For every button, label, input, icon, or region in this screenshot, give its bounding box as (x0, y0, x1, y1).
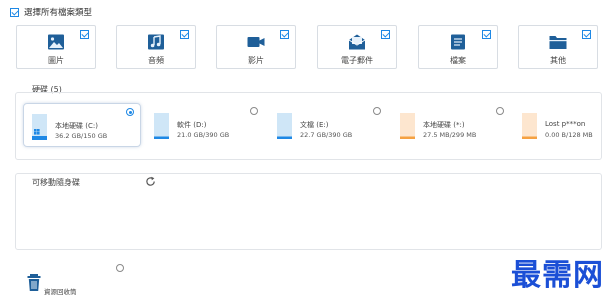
disk-name: Lost p***on (545, 120, 586, 128)
file-type-label: 電子郵件 (341, 56, 373, 65)
file-type-card-email[interactable]: 電子郵件 (317, 25, 397, 69)
disk-size: 22.7 GB/390 GB (300, 131, 353, 139)
recycle-bin-icon[interactable] (27, 274, 41, 291)
file-type-card-document[interactable]: 檔案 (418, 25, 498, 69)
file-type-card-audio[interactable]: 音頻 (116, 25, 196, 69)
disk-item-lost-partition[interactable]: Lost p***on 0.00 B/128 MB (514, 103, 600, 147)
disk-radio[interactable] (126, 108, 134, 116)
folder-icon (549, 36, 567, 49)
email-icon (348, 34, 366, 50)
disk-size: 0.00 B/128 MB (545, 131, 593, 139)
file-type-checkbox[interactable] (80, 30, 89, 39)
file-type-label: 其他 (550, 56, 566, 65)
file-type-checkbox[interactable] (582, 30, 591, 39)
disk-item-e[interactable]: 文檔 (E:) 22.7 GB/390 GB (269, 103, 387, 147)
removable-drives-panel (15, 173, 602, 250)
disk-size: 36.2 GB/150 GB (55, 132, 108, 140)
file-type-label: 檔案 (450, 56, 466, 65)
disk-radio[interactable] (373, 107, 381, 115)
windows-drive-icon (32, 114, 47, 140)
watermark-logo: 最需网 (511, 258, 604, 293)
disk-item-c[interactable]: 本地硬碟 (C:) 36.2 GB/150 GB (23, 103, 141, 147)
disk-name: 文檔 (E:) (300, 121, 329, 129)
file-type-card-other[interactable]: 其他 (518, 25, 598, 69)
select-all-checkbox[interactable] (10, 7, 19, 17)
file-type-card-image[interactable]: 圖片 (16, 25, 96, 69)
music-note-icon (148, 34, 164, 50)
image-icon (48, 34, 64, 50)
disk-size: 27.5 MB/299 MB (423, 131, 477, 139)
file-type-label: 音頻 (148, 56, 164, 65)
drive-icon (400, 113, 415, 139)
file-type-label: 影片 (248, 56, 264, 65)
disk-name: 本地硬碟 (*:) (423, 121, 465, 129)
disk-size: 21.0 GB/390 GB (177, 131, 230, 139)
file-type-card-video[interactable]: 影片 (216, 25, 296, 69)
disk-item-d[interactable]: 軟件 (D:) 21.0 GB/390 GB (146, 103, 264, 147)
recycle-bin-radio[interactable] (116, 264, 124, 272)
select-all-row[interactable]: 選擇所有檔案類型 (10, 6, 92, 18)
drive-icon (154, 113, 169, 139)
drive-icon (277, 113, 292, 139)
video-camera-icon (247, 37, 265, 47)
disk-name: 本地硬碟 (C:) (55, 122, 98, 130)
drive-icon (522, 113, 537, 139)
file-type-checkbox[interactable] (482, 30, 491, 39)
recycle-bin-label: 資源回收筒 (44, 288, 77, 296)
file-type-label: 圖片 (48, 56, 64, 65)
document-icon (451, 34, 465, 50)
file-type-checkbox[interactable] (381, 30, 390, 39)
file-type-checkbox[interactable] (280, 30, 289, 39)
disk-radio[interactable] (250, 107, 258, 115)
disk-item-local[interactable]: 本地硬碟 (*:) 27.5 MB/299 MB (392, 103, 510, 147)
file-type-checkbox[interactable] (180, 30, 189, 39)
disk-radio[interactable] (496, 107, 504, 115)
select-all-label: 選擇所有檔案類型 (24, 8, 93, 18)
disk-name: 軟件 (D:) (177, 121, 207, 129)
